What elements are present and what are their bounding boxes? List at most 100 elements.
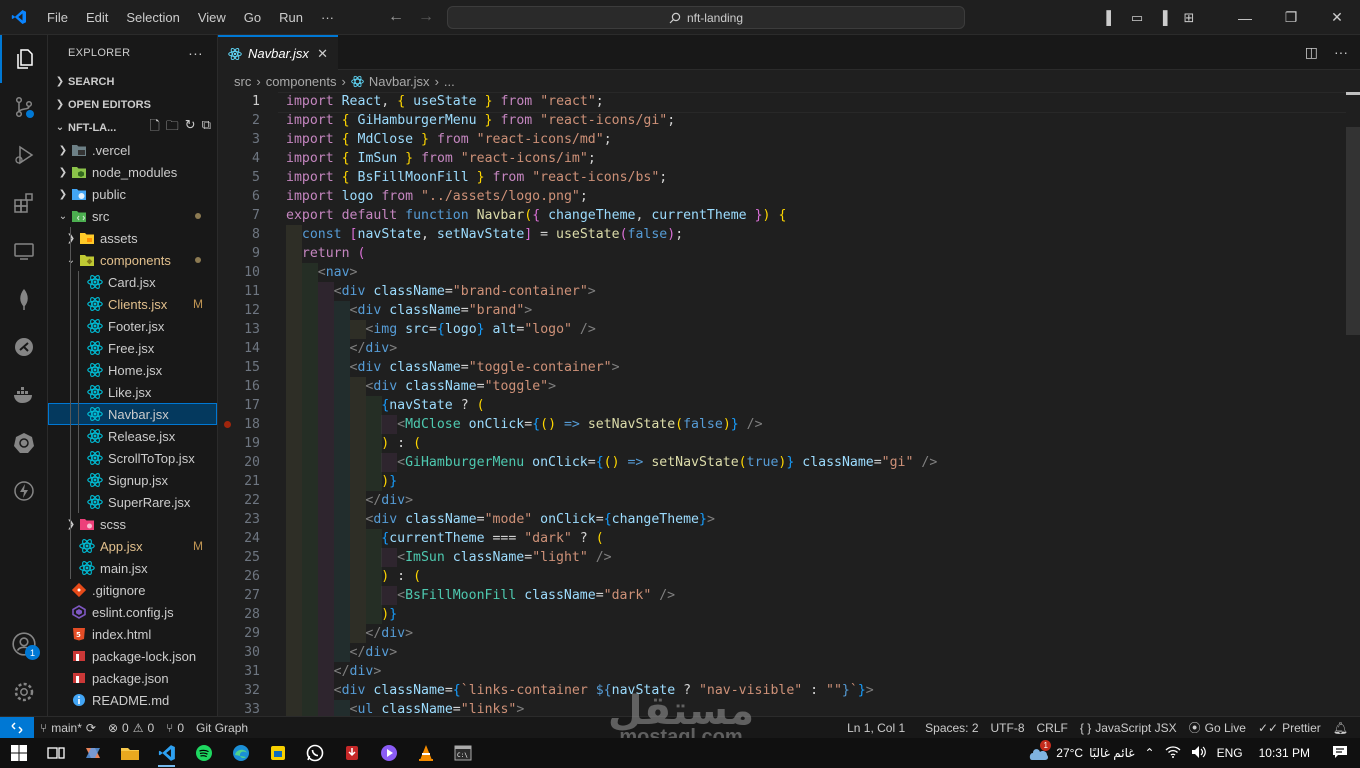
spotify-icon[interactable] — [185, 738, 222, 768]
vlc-icon[interactable] — [407, 738, 444, 768]
code-line[interactable]: 8 const [navState, setNavState] = useSta… — [218, 225, 1360, 244]
tree-folder[interactable]: ⌄ src — [48, 205, 217, 227]
tree-file[interactable]: Navbar.jsx — [48, 403, 217, 425]
sync-icon[interactable]: ⟳ — [86, 721, 96, 735]
code-line[interactable]: 22 </div> — [218, 491, 1360, 510]
tree-folder[interactable]: ❯ public — [48, 183, 217, 205]
code-line[interactable]: 28 )} — [218, 605, 1360, 624]
code-line[interactable]: 18 <MdClose onClick={() => setNavState(f… — [218, 415, 1360, 434]
media-player-icon[interactable] — [370, 738, 407, 768]
remote-explorer-icon[interactable] — [0, 227, 48, 275]
code-line[interactable]: 30 </div> — [218, 643, 1360, 662]
file-explorer-icon[interactable] — [111, 738, 148, 768]
prettier-button[interactable]: ✓✓ Prettier — [1252, 721, 1327, 735]
tree-folder[interactable]: ⌄ components — [48, 249, 217, 271]
input-language[interactable]: ENG — [1217, 746, 1243, 760]
copilot-icon[interactable] — [74, 738, 111, 768]
code-line[interactable]: 13 <img src={logo} alt="logo" /> — [218, 320, 1360, 339]
tree-folder[interactable]: ❯ node_modules — [48, 161, 217, 183]
network-icon[interactable] — [1165, 745, 1181, 762]
code-line[interactable]: 4 import { ImSun } from "react-icons/im"; — [218, 149, 1360, 168]
open-editors-section[interactable]: ❯ OPEN EDITORS — [48, 93, 217, 116]
code-line[interactable]: 6 import logo from "../assets/logo.png"; — [218, 187, 1360, 206]
code-line[interactable]: 25 <ImSun className="light" /> — [218, 548, 1360, 567]
problems-indicator[interactable]: ⊗ 0 ⚠ 0 — [102, 721, 160, 735]
kubernetes-icon[interactable] — [0, 419, 48, 467]
explorer-icon[interactable] — [0, 35, 48, 83]
code-line[interactable]: 3 import { MdClose } from "react-icons/md… — [218, 130, 1360, 149]
minimize-button[interactable]: — — [1222, 10, 1268, 26]
edge-icon[interactable] — [222, 738, 259, 768]
menu-selection[interactable]: Selection — [117, 0, 188, 35]
whatsapp-icon[interactable] — [296, 738, 333, 768]
menu-run[interactable]: Run — [270, 0, 312, 35]
code-line[interactable]: 9 return ( — [218, 244, 1360, 263]
refresh-icon[interactable]: ↻ — [185, 117, 196, 139]
tree-folder[interactable]: ❯ scss — [48, 513, 217, 535]
split-editor-icon[interactable]: ◫ — [1305, 44, 1318, 61]
source-control-icon[interactable] — [0, 83, 48, 131]
code-line[interactable]: 29 </div> — [218, 624, 1360, 643]
code-line[interactable]: 1 import React, { useState } from "react"… — [218, 92, 1360, 113]
tree-file[interactable]: main.jsx — [48, 557, 217, 579]
terminal-icon[interactable]: C:\ — [444, 738, 481, 768]
breadcrumb-file[interactable]: Navbar.jsx — [369, 74, 430, 89]
close-window-button[interactable]: ✕ — [1314, 9, 1360, 26]
docker-icon[interactable] — [0, 371, 48, 419]
tree-file[interactable]: 5 index.html — [48, 623, 217, 645]
weather-widget[interactable]: 1 27°C غائم غالبًا — [1026, 740, 1135, 762]
tree-file[interactable]: eslint.config.js — [48, 601, 217, 623]
code-line[interactable]: 11 <div className="brand-container"> — [218, 282, 1360, 301]
manage-gear-icon[interactable] — [0, 668, 48, 716]
toggle-secondary-sidebar-icon[interactable]: ▐ — [1150, 10, 1176, 25]
sticky-notes-icon[interactable] — [259, 738, 296, 768]
download-manager-icon[interactable] — [333, 738, 370, 768]
code-line[interactable]: 7 export default function Navbar({ change… — [218, 206, 1360, 225]
toggle-panel-icon[interactable]: ▭ — [1124, 10, 1150, 26]
account-icon[interactable]: 1 — [0, 620, 48, 668]
collapse-all-icon[interactable]: ⧉ — [202, 117, 211, 139]
code-line[interactable]: 17 {navState ? ( — [218, 396, 1360, 415]
notification-center-icon[interactable] — [1332, 745, 1348, 762]
tree-folder[interactable]: ❯ .vercel — [48, 139, 217, 161]
tree-file[interactable]: Signup.jsx — [48, 469, 217, 491]
menu-file[interactable]: File — [38, 0, 77, 35]
end-of-line[interactable]: CRLF — [1031, 721, 1074, 735]
menu-more[interactable]: ··· — [312, 0, 343, 35]
gitlens-icon[interactable] — [0, 323, 48, 371]
vertical-scrollbar[interactable] — [1346, 127, 1360, 335]
code-line[interactable]: 24 {currentTheme === "dark" ? ( — [218, 529, 1360, 548]
search-section[interactable]: ❯ SEARCH — [48, 70, 217, 93]
menu-edit[interactable]: Edit — [77, 0, 117, 35]
customize-layout-icon[interactable]: ⊞ — [1176, 10, 1202, 26]
tree-file[interactable]: ScrollToTop.jsx — [48, 447, 217, 469]
breadcrumb-symbol[interactable]: ... — [444, 74, 455, 89]
code-line[interactable]: 15 <div className="toggle-container"> — [218, 358, 1360, 377]
code-line[interactable]: 19 ) : ( — [218, 434, 1360, 453]
vscode-taskbar-icon[interactable] — [148, 738, 185, 768]
code-line[interactable]: 12 <div className="brand"> — [218, 301, 1360, 320]
code-line[interactable]: 26 ) : ( — [218, 567, 1360, 586]
remote-indicator-icon[interactable] — [0, 716, 34, 739]
thunder-client-icon[interactable] — [0, 467, 48, 515]
forward-arrow-icon[interactable]: → — [418, 8, 434, 26]
extensions-icon[interactable] — [0, 179, 48, 227]
show-hidden-icons[interactable]: ⌃ — [1145, 746, 1155, 760]
encoding[interactable]: UTF-8 — [985, 721, 1031, 735]
code-line[interactable]: 5 import { BsFillMoonFill } from "react-i… — [218, 168, 1360, 187]
tree-file[interactable]: Card.jsx — [48, 271, 217, 293]
tree-file[interactable]: package-lock.json — [48, 645, 217, 667]
toggle-primary-sidebar-icon[interactable]: ▌ — [1098, 10, 1124, 25]
breadcrumb-src[interactable]: src — [234, 74, 251, 89]
notifications-bell-icon[interactable]: 🔔︎ — [1327, 721, 1354, 735]
git-graph-button[interactable]: Git Graph — [190, 721, 254, 735]
back-arrow-icon[interactable]: ← — [388, 8, 404, 26]
ports-indicator[interactable]: ⑂ 0 — [160, 721, 190, 735]
code-line[interactable]: 2 import { GiHamburgerMenu } from "react-… — [218, 111, 1360, 130]
tree-file[interactable]: Free.jsx — [48, 337, 217, 359]
branch-indicator[interactable]: ⑂ main* ⟳ — [34, 721, 102, 735]
go-live-button[interactable]: ⦿ Go Live — [1183, 719, 1252, 736]
tree-file[interactable]: Footer.jsx — [48, 315, 217, 337]
code-line[interactable]: 27 <BsFillMoonFill className="dark" /> — [218, 586, 1360, 605]
explorer-more-icon[interactable]: ··· — [188, 45, 203, 61]
